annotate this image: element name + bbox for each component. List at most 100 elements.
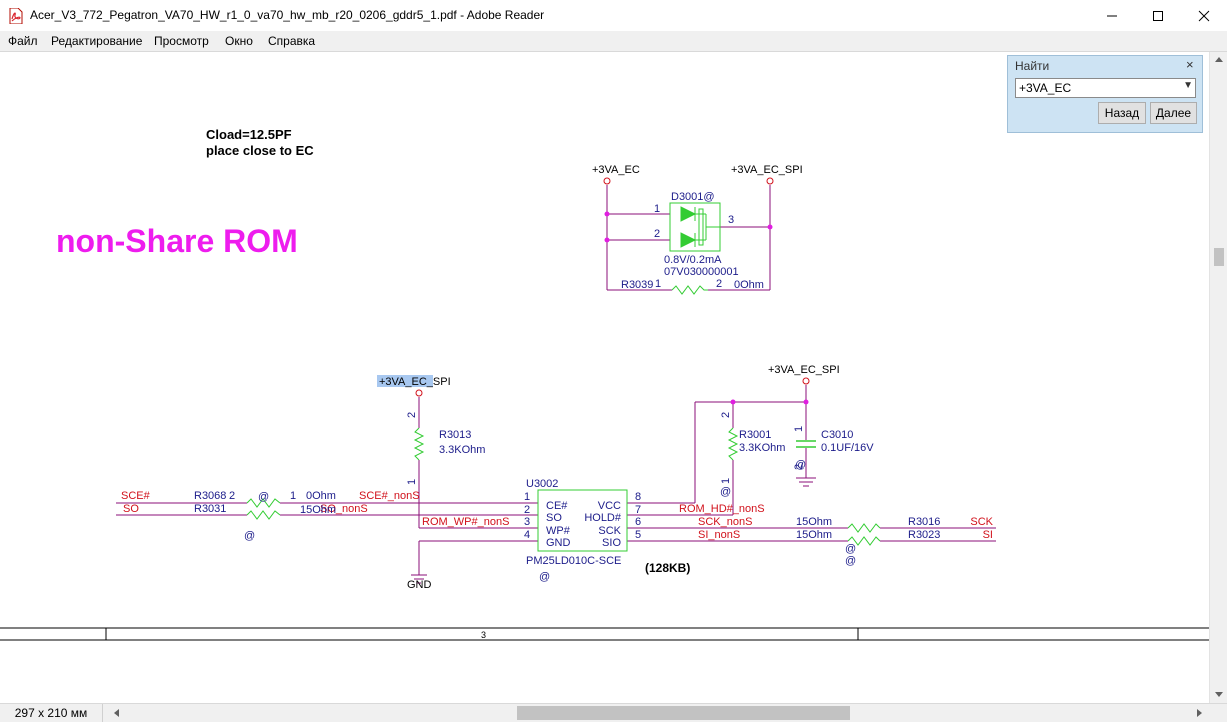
find-label: Найти bbox=[1015, 59, 1050, 73]
u3002-pin-4-num: 4 bbox=[524, 529, 530, 541]
r3068-ref: R3068 bbox=[194, 490, 226, 502]
u3002-pin-5-num: 5 bbox=[635, 529, 641, 541]
u3002-ref: U3002 bbox=[526, 478, 558, 490]
r3013-ref: R3013 bbox=[439, 429, 471, 441]
document-view[interactable]: Cload=12.5PF place close to EC non-Share… bbox=[0, 52, 1209, 703]
u3002-pin-7-num: 7 bbox=[635, 504, 641, 516]
maximize-button[interactable] bbox=[1135, 0, 1181, 31]
minimize-button[interactable] bbox=[1089, 0, 1135, 31]
u3002-pin-2-num: 2 bbox=[524, 504, 530, 516]
frame-number: 3 bbox=[481, 630, 486, 640]
u3002-pin-5-name: SIO bbox=[602, 537, 621, 549]
r3039-ref: R3039 bbox=[621, 279, 653, 291]
d3001-vout-label: +3VA_EC_SPI bbox=[731, 164, 803, 176]
u3002-pin-2-name: SO bbox=[546, 512, 562, 524]
find-combobox[interactable]: ▼ bbox=[1015, 78, 1196, 98]
scroll-up-icon[interactable] bbox=[1214, 56, 1224, 64]
r3013-pin1: 1 bbox=[406, 479, 418, 485]
r3039-pin2: 2 bbox=[716, 278, 722, 290]
menu-file[interactable]: Файл bbox=[8, 34, 38, 48]
r3001-rail-label: +3VA_EC_SPI bbox=[768, 364, 840, 376]
r3068-pin2: 1 bbox=[290, 490, 296, 502]
find-next-button[interactable]: Далее bbox=[1150, 102, 1197, 124]
r3068-value: 0Ohm bbox=[306, 490, 336, 502]
note-cload: Cload=12.5PF bbox=[206, 127, 292, 142]
c3010-pin1: 1 bbox=[793, 426, 805, 432]
r3001-pin1: 1 bbox=[720, 478, 732, 484]
net-gnd: GND bbox=[407, 579, 432, 591]
r3013-value: 3.3KOhm bbox=[439, 444, 485, 456]
net-rom-hd-nons: ROM_HD#_nonS bbox=[679, 503, 765, 515]
close-icon bbox=[1198, 10, 1210, 21]
net-sce: SCE# bbox=[121, 490, 151, 502]
menu-edit[interactable]: Редактирование bbox=[51, 34, 142, 48]
d3001-pin3: 3 bbox=[728, 214, 734, 226]
net-rom-wp-nons: ROM_WP#_nonS bbox=[422, 516, 509, 528]
u3002-pin-7-name: HOLD# bbox=[584, 512, 622, 524]
u3002-pin-1-name: CE# bbox=[546, 500, 568, 512]
r3001-at: @ bbox=[720, 486, 731, 498]
menu-view[interactable]: Просмотр bbox=[154, 34, 209, 48]
r3023-at: @ bbox=[845, 555, 856, 567]
r3013-pin2: 2 bbox=[406, 412, 418, 418]
r3016-ref: R3016 bbox=[908, 516, 940, 528]
r3001-value: 3.3KOhm bbox=[739, 442, 785, 454]
net-sck: SCK bbox=[970, 516, 993, 528]
d3001-pin2: 2 bbox=[654, 228, 660, 240]
rom-size-note: (128KB) bbox=[645, 561, 690, 575]
r3016-value: 15Ohm bbox=[796, 516, 832, 528]
u3002-pin-3-num: 3 bbox=[524, 516, 530, 528]
r3068-at: @ bbox=[258, 491, 269, 503]
d3001-pin1: 1 bbox=[654, 203, 660, 215]
find-panel: Найти × ▼ Назад Далее bbox=[1007, 55, 1203, 133]
d3001-part: 07V030000001 bbox=[664, 266, 739, 278]
r3023-value: 15Ohm bbox=[796, 529, 832, 541]
horizontal-scroll-thumb[interactable] bbox=[517, 706, 850, 720]
page-size: 297 x 210 мм bbox=[0, 704, 103, 722]
c3010-at: @ bbox=[795, 459, 806, 471]
u3002-pin-4-name: GND bbox=[546, 537, 571, 549]
d3001-vin-label: +3VA_EC bbox=[592, 164, 640, 176]
menu-help[interactable]: Справка bbox=[268, 34, 315, 48]
u3002-pin-1-num: 1 bbox=[524, 491, 530, 503]
net-sce-nons: SCE#_nonS bbox=[359, 490, 420, 502]
note-place: place close to EC bbox=[206, 143, 314, 158]
close-button[interactable] bbox=[1181, 0, 1227, 31]
find-prev-button[interactable]: Назад bbox=[1098, 102, 1146, 124]
pdf-file-icon bbox=[9, 8, 23, 24]
u3002-pin-6-num: 6 bbox=[635, 516, 641, 528]
u3002-pin-3-name: WP# bbox=[546, 525, 571, 537]
vertical-scrollbar[interactable] bbox=[1209, 52, 1227, 703]
menu-bar: Файл Редактирование Просмотр Окно Справк… bbox=[0, 31, 1227, 52]
r3001-pin2: 2 bbox=[720, 412, 732, 418]
r3016-at: @ bbox=[845, 543, 856, 555]
net-si: SI bbox=[983, 529, 993, 541]
menu-window[interactable]: Окно bbox=[225, 34, 253, 48]
net-sck-nons: SCK_nonS bbox=[698, 516, 752, 528]
r3039-value: 0Ohm bbox=[734, 279, 764, 291]
r3001-ref: R3001 bbox=[739, 429, 771, 441]
scroll-right-icon[interactable] bbox=[1196, 708, 1204, 718]
d3001-ref: D3001@ bbox=[671, 191, 715, 203]
scroll-left-icon[interactable] bbox=[113, 708, 121, 718]
r3031-value: 15Ohm bbox=[300, 504, 336, 516]
c3010-value: 0.1UF/16V bbox=[821, 442, 874, 454]
r3031-ref: R3031 bbox=[194, 503, 226, 515]
find-input[interactable] bbox=[1019, 80, 1179, 96]
u3002-part: PM25LD010C-SCE bbox=[526, 555, 621, 567]
r3039-pin1: 1 bbox=[655, 278, 661, 290]
net-so: SO bbox=[123, 503, 139, 515]
r3031-at: @ bbox=[244, 530, 255, 542]
scroll-down-icon[interactable] bbox=[1214, 691, 1224, 699]
status-bar: 297 x 210 мм bbox=[0, 703, 1227, 722]
u3002-at: @ bbox=[539, 571, 550, 583]
schematic-heading: non-Share ROM bbox=[56, 223, 298, 259]
vertical-scroll-thumb[interactable] bbox=[1214, 248, 1224, 266]
chevron-down-icon[interactable]: ▼ bbox=[1183, 80, 1193, 91]
net-si-nons: SI_nonS bbox=[698, 529, 740, 541]
u3002-pin-6-name: SCK bbox=[598, 525, 621, 537]
find-close-icon[interactable]: × bbox=[1186, 57, 1194, 72]
c3010-ref: C3010 bbox=[821, 429, 853, 441]
r3068-pin1: 2 bbox=[229, 490, 235, 502]
u3002-pin-8-name: VCC bbox=[598, 500, 621, 512]
